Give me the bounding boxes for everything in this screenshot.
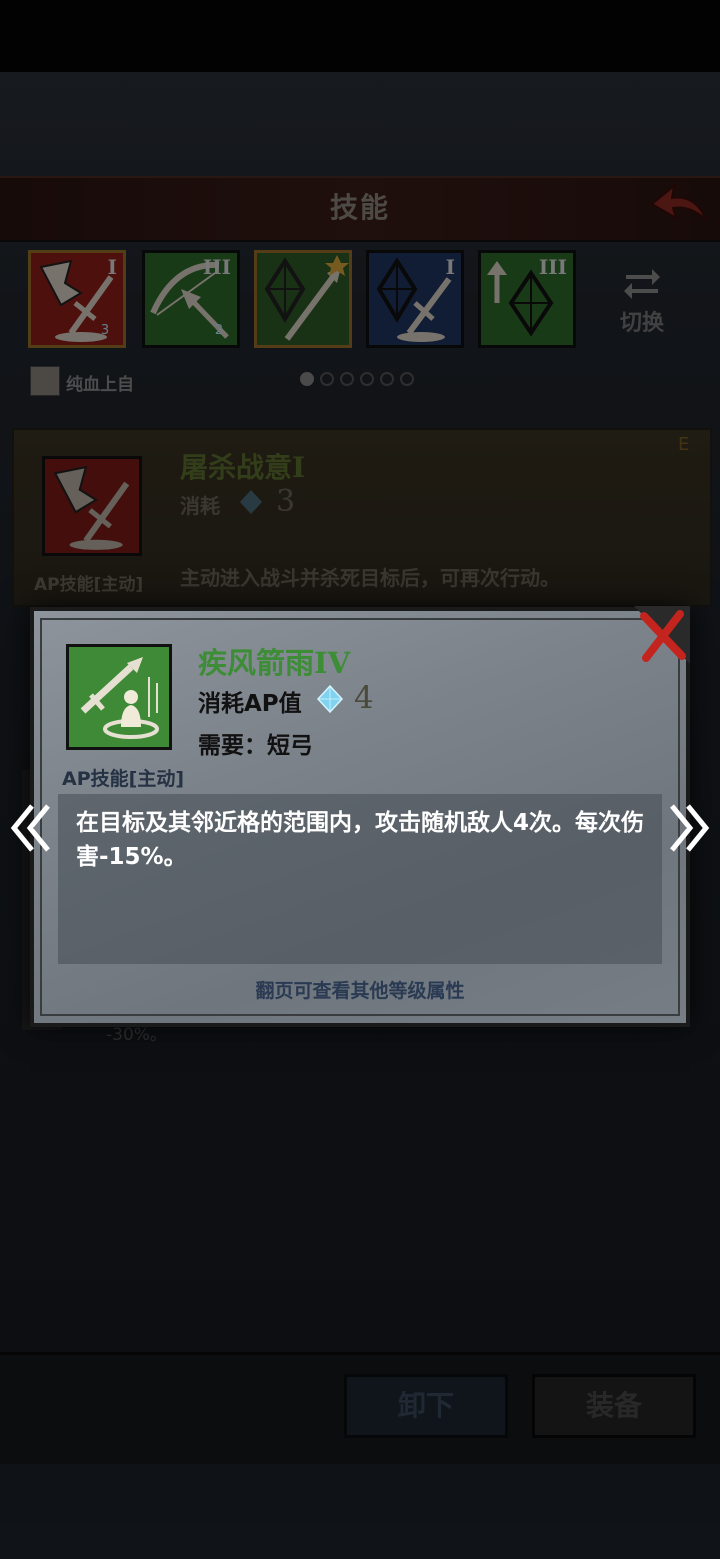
- double-chevron-left-icon: [10, 804, 50, 852]
- popup-skill-title: 疾风箭雨IV: [198, 646, 351, 680]
- popup-skill-type: AP技能[主动]: [62, 768, 184, 790]
- prev-level-button[interactable]: [6, 800, 54, 856]
- double-chevron-right-icon: [670, 804, 710, 852]
- gem-icon: [316, 684, 344, 714]
- next-level-button[interactable]: [666, 800, 714, 856]
- close-button[interactable]: [634, 606, 690, 664]
- popup-skill-icon: [66, 644, 172, 750]
- status-bar: [0, 0, 720, 72]
- popup-requirement: 需要：短弓: [198, 733, 313, 759]
- popup-cost-label: 消耗AP值: [198, 691, 302, 717]
- popup-cost-value: 4: [354, 680, 374, 716]
- arrow-rain-icon: [80, 657, 159, 739]
- popup-hint: 翻页可查看其他等级属性: [255, 980, 465, 1002]
- close-icon: [634, 606, 690, 664]
- popup-description: 在目标及其邻近格的范围内，攻击随机敌人4次。每次伤害-15%。: [76, 810, 645, 870]
